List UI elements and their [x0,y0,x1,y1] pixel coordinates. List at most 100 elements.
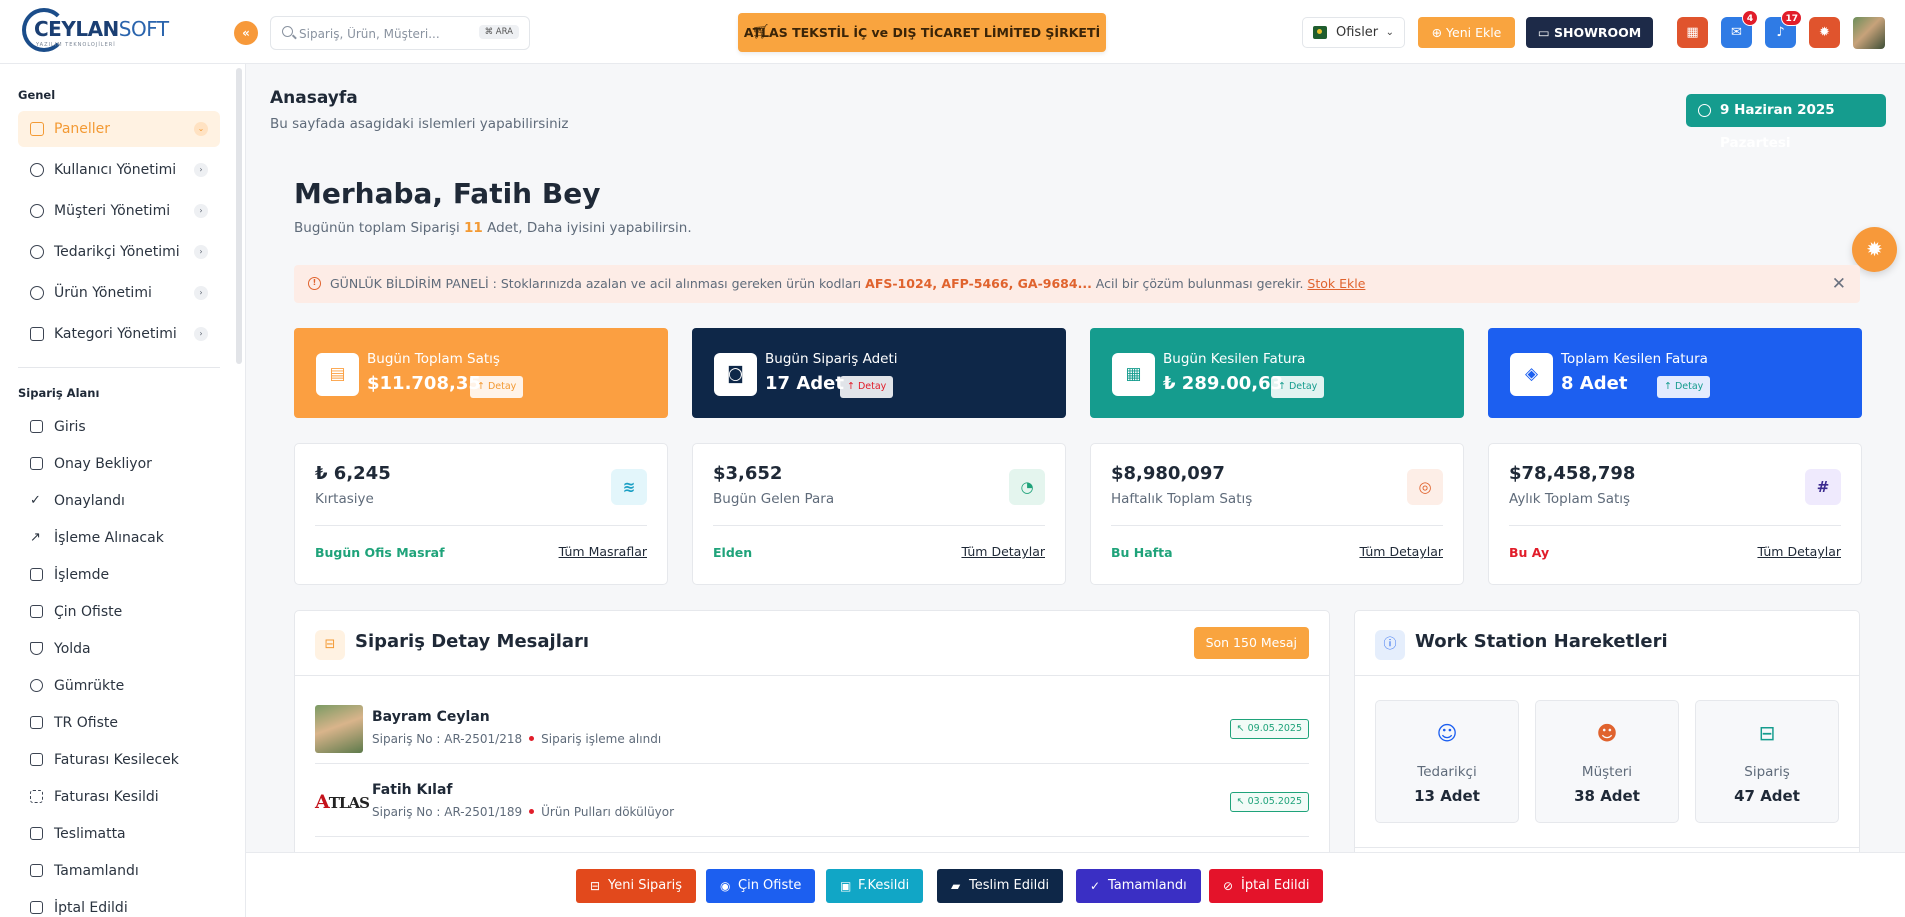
action-label: İptal Edildi [1241,878,1310,893]
sidebar-item-product-management[interactable]: Ürün Yönetimi › [18,275,220,311]
sidebar-item-faturasi-kesilecek[interactable]: Faturası Kesilecek [18,745,220,775]
calculator-button[interactable]: ▦ [1677,17,1708,48]
action-label: Yeni Sipariş [608,878,683,893]
avatar: ATLAS [315,778,370,826]
done-icon [30,864,43,877]
stat-label: Bugün Kesilen Fatura [1163,351,1306,367]
sidebar-item-label: Çin Ofiste [54,604,123,620]
search-box[interactable]: ⌘ ARA [270,16,530,50]
card-details-link[interactable]: Tüm Masraflar [559,544,647,559]
card-divider [1509,525,1841,526]
workstation-stat[interactable]: ⊟ Sipariş 47 Adet [1695,700,1839,823]
hash-icon: # [1805,469,1841,505]
sidebar-item-customer-management[interactable]: Müşteri Yönetimi › [18,193,220,229]
company-selector[interactable]: 🛒︎ ATLAS TEKSTİL İÇ ve DIŞ TİCARET LİMİT… [738,13,1106,52]
stat-detail-badge[interactable]: ↑ Detay [470,376,524,398]
sidebar-item-tamamlandi[interactable]: Tamamlandı [18,856,220,886]
sidebar-item-gumrukte[interactable]: Gümrükte [18,671,220,701]
logo-text: CEYLANSOFT [34,17,169,41]
card-footer-label: Elden [713,545,753,560]
stat-card[interactable]: ▦ Bugün Kesilen Fatura ₺ 289.00,63 ↑ Detay [1090,328,1464,418]
sidebar-item-yolda[interactable]: Yolda [18,634,220,664]
search-input[interactable] [299,24,459,44]
action-button[interactable]: ▣ F.Kesildi [826,869,924,903]
card-details-link[interactable]: Tüm Detaylar [1359,544,1443,559]
sidebar-collapse-button[interactable]: « [234,21,258,45]
summary-card: ₺ 6,245 Kırtasiye ≋ Bugün Ofis Masraf Tüm Ma… [294,443,668,585]
sidebar-item-user-management[interactable]: Kullanıcı Yönetimi › [18,152,220,188]
sidebar-item-label: Gümrükte [54,678,125,694]
sidebar-item-label: Yolda [54,641,91,657]
date-badge: 9 Haziran 2025 Pazartesi [1686,94,1886,151]
daily-notification-alert: ! GÜNLÜK BİLDİRİM PANELİ : Stoklarınızda… [294,265,1860,303]
logo[interactable]: CEYLANSOFT YAZILIM TEKNOLOJİLERİ [22,8,169,54]
invoice-icon [30,753,43,766]
stat-value: 17 Adet [765,373,844,394]
add-new-button[interactable]: ⊕ Yeni Ekle [1418,17,1515,48]
sidebar-item-paneller[interactable]: Paneller ⌄ [18,111,220,147]
sidebar-item-isleme-alinacak[interactable]: ↗ İşleme Alınacak [18,523,220,553]
sidebar-item-supplier-management[interactable]: Tedarikçi Yönetimi › [18,234,220,270]
sidebar-item-islemde[interactable]: İşlemde [18,560,220,590]
action-button[interactable]: ⊘ İptal Edildi [1209,869,1324,903]
message-item[interactable]: ATLAS Fatih Kılaf Sipariş No : AR-2501/189… [315,764,1309,837]
action-button[interactable]: ▰ Teslim Edildi [937,869,1064,903]
logo-main: CEYLAN [34,17,119,41]
mail-icon: ✉ [1731,25,1742,40]
card-divider [713,525,1045,526]
card-details-link[interactable]: Tüm Detaylar [1757,544,1841,559]
close-icon[interactable]: ✕ [1832,265,1846,303]
workstation-value: 47 Adet [1734,787,1800,805]
chevron-down-icon: ⌄ [1385,27,1394,38]
workstation-stat[interactable]: ☺ Tedarikçi 13 Adet [1375,700,1519,823]
message-sender: Bayram Ceylan [372,709,490,725]
card-value: $78,458,798 [1509,463,1636,484]
add-stock-link[interactable]: Stok Ekle [1307,276,1365,291]
chevron-right-icon: › [194,286,208,300]
action-button[interactable]: ⊟ Yeni Sipariş [576,869,697,903]
last-messages-button[interactable]: Son 150 Mesaj [1193,627,1309,659]
sidebar-item-teslimatta[interactable]: Teslimatta [18,819,220,849]
cup-icon [30,605,43,618]
sidebar-item-label: TR Ofiste [54,715,118,731]
sidebar-item-label: İşlemde [54,567,110,583]
sidebar-item-category-management[interactable]: Kategori Yönetimi › [18,316,220,352]
flag-icon [1313,26,1327,39]
cart-icon: 🛒︎ [752,24,770,40]
stat-detail-badge[interactable]: ↑ Detay [1657,376,1711,398]
card-value: $3,652 [713,463,783,484]
mail-button[interactable]: ✉ 4 [1721,10,1758,48]
sidebar-item-label: Tedarikçi Yönetimi [54,244,180,260]
message-order: Sipariş No : AR-2501/218 Sipariş işleme a… [372,732,661,746]
workstation-panel: ⓘ Work Station Hareketleri ☺ Tedarikçi 13 … [1354,610,1860,860]
stat-card[interactable]: ◈ Toplam Kesilen Fatura 8 Adet ↑ Detay [1488,328,1862,418]
settings-button[interactable]: ✹ [1809,17,1840,48]
sidebar-item-label: Kategori Yönetimi [54,326,177,342]
sidebar-item-label: Giris [54,419,86,435]
sidebar-item-tr-ofiste[interactable]: TR Ofiste [18,708,220,738]
user-icon [30,286,44,300]
sidebar-item-cin-ofiste[interactable]: Çin Ofiste [18,597,220,627]
sidebar-item-faturasi-kesildi[interactable]: Faturası Kesildi [18,782,220,812]
showroom-button[interactable]: ▭ SHOWROOM [1526,17,1653,48]
stat-card[interactable]: ◙ Bugün Sipariş Adeti 17 Adet ↑ Detay [692,328,1066,418]
offices-dropdown[interactable]: Ofisler ⌄ [1302,17,1405,48]
sidebar-item-onay-bekliyor[interactable]: Onay Bekliyor [18,449,220,479]
pie-chart-icon: ◔ [1009,469,1045,505]
sidebar-item-iptal-edildi[interactable]: İptal Edildi [18,893,220,917]
card-details-link[interactable]: Tüm Detaylar [961,544,1045,559]
action-button[interactable]: ◉ Çin Ofiste [706,869,816,903]
action-button[interactable]: ✓ Tamamlandı [1076,869,1201,903]
user-avatar[interactable] [1853,17,1885,49]
sidebar-scrollbar[interactable] [236,68,242,364]
workstation-stat[interactable]: ☻ Müşteri 38 Adet [1535,700,1679,823]
stat-detail-badge[interactable]: ↑ Detay [840,376,894,398]
stat-card[interactable]: ▤ Bugün Toplam Satış $11.708,35 ↑ Detay [294,328,668,418]
message-item[interactable]: Bayram Ceylan Sipariş No : AR-2501/218 Sip… [315,691,1309,764]
globe-icon [30,679,43,692]
sidebar-item-giris[interactable]: Giris [18,412,220,442]
stat-detail-badge[interactable]: ↑ Detay [1271,376,1325,398]
notification-button[interactable]: ♪ 17 [1765,10,1802,48]
card-label: Aylık Toplam Satış [1509,491,1631,507]
sidebar-item-onaylandi[interactable]: ✓ Onaylandı [18,486,220,516]
